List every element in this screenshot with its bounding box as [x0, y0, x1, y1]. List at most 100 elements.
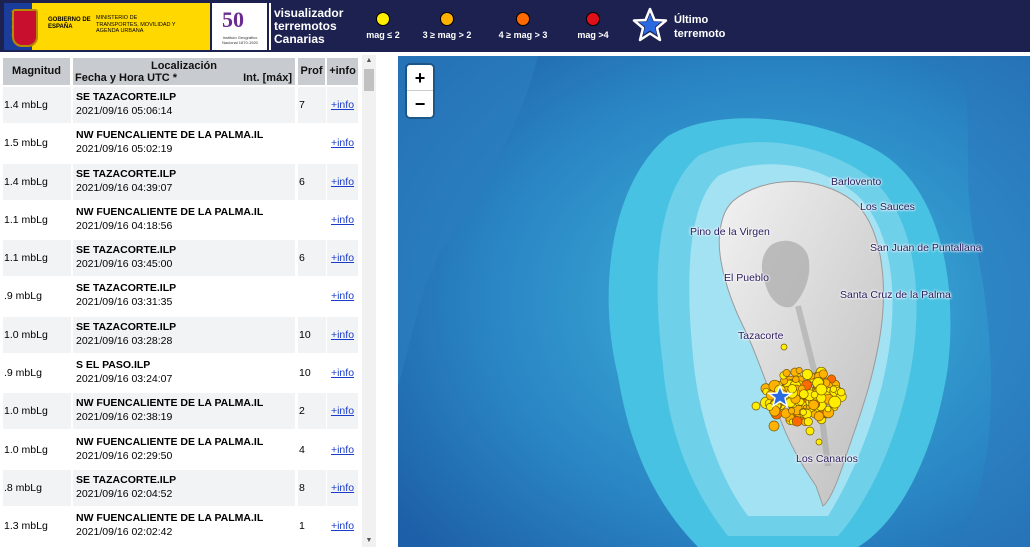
col-location[interactable]: Localización Fecha y Hora UTC * Int. [má… [73, 58, 295, 85]
info-link[interactable]: +info [331, 252, 354, 264]
earthquake-marker[interactable] [805, 426, 815, 436]
app-title: visualizador terremotos Canarias [274, 6, 344, 46]
ign-number: 50 [222, 7, 244, 32]
col-info[interactable]: +info [327, 58, 358, 85]
row-magnitude: 1.4 mbLg [3, 163, 71, 200]
scroll-down-icon[interactable]: ▼ [362, 537, 376, 547]
row-magnitude: 1.0 mbLg [3, 316, 71, 353]
scroll-thumb[interactable] [364, 69, 374, 91]
earthquake-marker[interactable] [829, 385, 838, 393]
row-depth [298, 201, 326, 238]
table-row[interactable]: 1.3 mbLg NW FUENCALIENTE DE LA PALMA.IL 20… [0, 507, 360, 545]
row-location: SE TAZACORTE.ILP 2021/09/16 03:31:35 [73, 278, 295, 315]
map-canvas[interactable] [398, 56, 1030, 547]
earthquake-marker[interactable] [828, 395, 842, 409]
row-info: +info [327, 201, 358, 238]
scroll-up-icon[interactable]: ▲ [362, 57, 376, 67]
info-link[interactable]: +info [331, 444, 354, 456]
earthquake-marker[interactable] [751, 401, 761, 411]
table-row[interactable]: .9 mbLg S EL PASO.ILP 2021/09/16 03:24:07 1… [0, 354, 360, 392]
earthquake-marker[interactable] [799, 408, 807, 416]
earthquake-marker[interactable] [824, 405, 832, 413]
info-link[interactable]: +info [331, 367, 354, 379]
info-link[interactable]: +info [331, 405, 354, 417]
earthquake-marker[interactable] [813, 411, 825, 422]
table-row[interactable]: 1.1 mbLg SE TAZACORTE.ILP 2021/09/16 03:45… [0, 239, 360, 277]
table-scrollbar[interactable]: ▲ ▼ [362, 55, 376, 547]
earthquake-marker[interactable] [808, 399, 819, 411]
row-datetime: 2021/09/16 02:38:19 [76, 411, 173, 424]
table-row[interactable]: 1.4 mbLg SE TAZACORTE.ILP 2021/09/16 04:39… [0, 163, 360, 201]
table-row[interactable]: 1.4 mbLg SE TAZACORTE.ILP 2021/09/16 05:06… [0, 86, 360, 124]
row-place: NW FUENCALIENTE DE LA PALMA.IL [76, 205, 264, 218]
row-location: NW FUENCALIENTE DE LA PALMA.IL 2021/09/16… [73, 508, 295, 545]
legend-mag-gt4: mag >4 [568, 12, 618, 40]
row-place: NW FUENCALIENTE DE LA PALMA.IL [76, 512, 264, 525]
row-magnitude: 1.4 mbLg [3, 87, 71, 123]
row-depth: 2 [298, 393, 326, 430]
earthquake-marker[interactable] [792, 375, 800, 383]
info-link[interactable]: +info [331, 99, 354, 111]
government-logo: ★ ★★ ★★ ★★ ★ GOBIERNO DE ESPAÑA MINISTER… [4, 3, 210, 50]
table-row[interactable]: 1.0 mbLg NW FUENCALIENTE DE LA PALMA.IL 20… [0, 392, 360, 430]
earthquake-marker[interactable] [787, 384, 797, 394]
row-info: +info [327, 316, 358, 353]
row-depth: 7 [298, 87, 326, 123]
row-depth: 1 [298, 508, 326, 545]
row-place: SE TAZACORTE.ILP [76, 282, 177, 295]
earthquake-marker[interactable] [788, 407, 796, 415]
earthquake-marker[interactable] [815, 438, 823, 446]
earthquake-marker[interactable] [837, 388, 846, 397]
info-link[interactable]: +info [331, 329, 354, 341]
row-info: +info [327, 431, 358, 468]
legend-mag-le2: mag ≤ 2 [358, 12, 408, 40]
info-link[interactable]: +info [331, 137, 354, 149]
earthquake-marker[interactable] [803, 417, 813, 427]
earthquake-marker[interactable] [801, 368, 813, 380]
col-magnitude[interactable]: Magnitud [3, 58, 70, 85]
row-depth: 10 [298, 316, 326, 353]
town-santa-cruz: Santa Cruz de la Palma [840, 289, 951, 301]
earthquake-marker[interactable] [799, 389, 809, 399]
legend-dot-icon [376, 12, 390, 26]
table-row[interactable]: 1.5 mbLg NW FUENCALIENTE DE LA PALMA.IL 20… [0, 124, 360, 162]
earthquake-marker[interactable] [791, 416, 803, 427]
table-row[interactable]: 1.1 mbLg NW FUENCALIENTE DE LA PALMA.IL 20… [0, 201, 360, 239]
info-link[interactable]: +info [331, 520, 354, 532]
earthquake-marker[interactable] [795, 366, 803, 374]
info-link[interactable]: +info [331, 290, 354, 302]
info-link[interactable]: +info [331, 176, 354, 188]
row-depth [298, 278, 326, 315]
town-los-canarios: Los Canarios [796, 453, 858, 465]
gov-line2: MINISTERIO DE TRANSPORTES, MOVILIDAD Y A… [96, 15, 176, 34]
col-depth[interactable]: Prof [298, 58, 325, 85]
info-link[interactable]: +info [331, 482, 354, 494]
row-magnitude: 1.1 mbLg [3, 201, 71, 238]
earthquake-marker[interactable] [818, 369, 828, 379]
zoom-out-button[interactable]: − [407, 91, 433, 117]
table-row[interactable]: 1.0 mbLg SE TAZACORTE.ILP 2021/09/16 03:28… [0, 316, 360, 354]
zoom-control: + − [407, 65, 433, 117]
table-row[interactable]: 1.0 mbLg NW FUENCALIENTE DE LA PALMA.IL 20… [0, 431, 360, 469]
earthquake-marker[interactable] [780, 343, 788, 351]
row-magnitude: 1.1 mbLg [3, 240, 71, 277]
panel-gutter [378, 52, 398, 547]
map-view[interactable]: + − Barlovento Los Sauces Pino de la Vir… [398, 56, 1030, 547]
row-magnitude: 1.0 mbLg [3, 393, 71, 430]
info-link[interactable]: +info [331, 214, 354, 226]
col-intensity-label: Int. [máx] [243, 72, 292, 84]
earthquake-marker[interactable] [782, 369, 791, 377]
header-divider [269, 3, 271, 50]
row-place: SE TAZACORTE.ILP [76, 473, 177, 486]
zoom-in-button[interactable]: + [407, 65, 433, 91]
earthquake-marker[interactable] [810, 390, 819, 399]
table-row[interactable]: .8 mbLg SE TAZACORTE.ILP 2021/09/16 02:04:… [0, 469, 360, 507]
row-info: +info [327, 240, 358, 277]
row-location: SE TAZACORTE.ILP 2021/09/16 04:39:07 [73, 163, 295, 200]
town-el-pueblo: El Pueblo [724, 272, 769, 284]
row-datetime: 2021/09/16 02:02:42 [76, 526, 173, 539]
earthquake-table: Magnitud Localización Fecha y Hora UTC *… [0, 55, 378, 547]
table-row[interactable]: .9 mbLg SE TAZACORTE.ILP 2021/09/16 03:31:… [0, 277, 360, 315]
row-magnitude: 1.5 mbLg [3, 125, 71, 162]
earthquake-marker[interactable] [768, 420, 780, 432]
